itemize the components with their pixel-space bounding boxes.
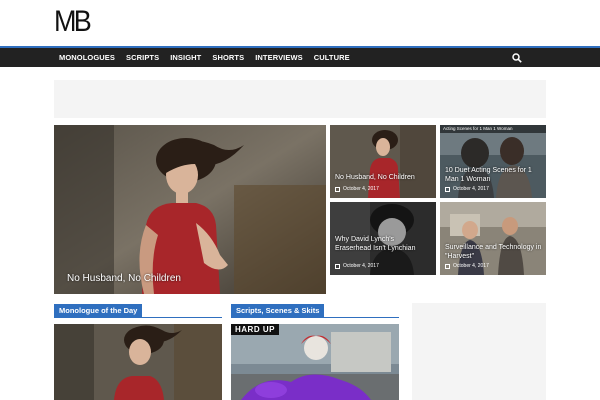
monologue-image [54,324,222,400]
nav-item-culture[interactable]: CULTURE [314,53,350,62]
featured-tile-3[interactable]: Why David Lynch's Eraserhead Isn't Lynch… [330,202,436,275]
scripts-image-tile[interactable]: HARD UP [231,324,399,400]
section-scripts-label[interactable]: Scripts, Scenes & Skits [231,304,325,317]
calendar-icon [335,186,340,192]
search-icon[interactable] [512,53,522,63]
scripts-image-caption: HARD UP [231,324,279,335]
main-nav: MONOLOGUES SCRIPTS INSIGHT SHORTS INTERV… [0,46,600,67]
nav-item-monologues[interactable]: MONOLOGUES [59,53,115,62]
nav-item-insight[interactable]: INSIGHT [170,53,201,62]
scripts-image [231,324,399,400]
calendar-icon [335,263,340,269]
monologue-image-tile[interactable] [54,324,222,400]
ad-banner [54,80,546,118]
calendar-icon [445,263,450,269]
nav-item-shorts[interactable]: SHORTS [212,53,244,62]
featured-tile-3-title[interactable]: Why David Lynch's Eraserhead Isn't Lynch… [335,236,431,253]
featured-tile-4[interactable]: Surveillance and Technology in "Harvest"… [440,202,546,275]
site-logo[interactable]: MB [54,5,92,39]
sidebar-ad [412,303,546,400]
featured-tile-4-date: October 4, 2017 [445,263,489,269]
featured-tile-1-title[interactable]: No Husband, No Children [335,174,431,181]
section-divider [54,317,222,318]
featured-main-image [54,125,326,294]
nav-item-scripts[interactable]: SCRIPTS [126,53,159,62]
featured-tile-4-title[interactable]: Surveillance and Technology in "Harvest" [445,244,545,261]
section-divider [231,317,399,318]
featured-tile-1-date: October 4, 2017 [335,186,379,192]
featured-tile-2-overlay: Acting Scenes for 1 Man 1 Woman [440,125,546,133]
section-monologue-label[interactable]: Monologue of the Day [54,304,143,317]
section-scripts-header: Scripts, Scenes & Skits [231,304,399,318]
featured-tile-2-date: October 4, 2017 [445,186,489,192]
calendar-icon [445,186,450,192]
section-monologue-header: Monologue of the Day [54,304,222,318]
featured-tile-2[interactable]: Acting Scenes for 1 Man 1 Woman 10 Duet … [440,125,546,198]
featured-tile-2-title[interactable]: 10 Duet Acting Scenes for 1 Man 1 Woman [445,167,545,184]
featured-tile-1[interactable]: No Husband, No Children October 4, 2017 [330,125,436,198]
featured-main-tile[interactable]: No Husband, No Children [54,125,326,294]
featured-main-title[interactable]: No Husband, No Children [67,273,181,284]
featured-tile-3-date: October 4, 2017 [335,263,379,269]
nav-item-interviews[interactable]: INTERVIEWS [255,53,303,62]
site-header: MB [0,0,600,46]
